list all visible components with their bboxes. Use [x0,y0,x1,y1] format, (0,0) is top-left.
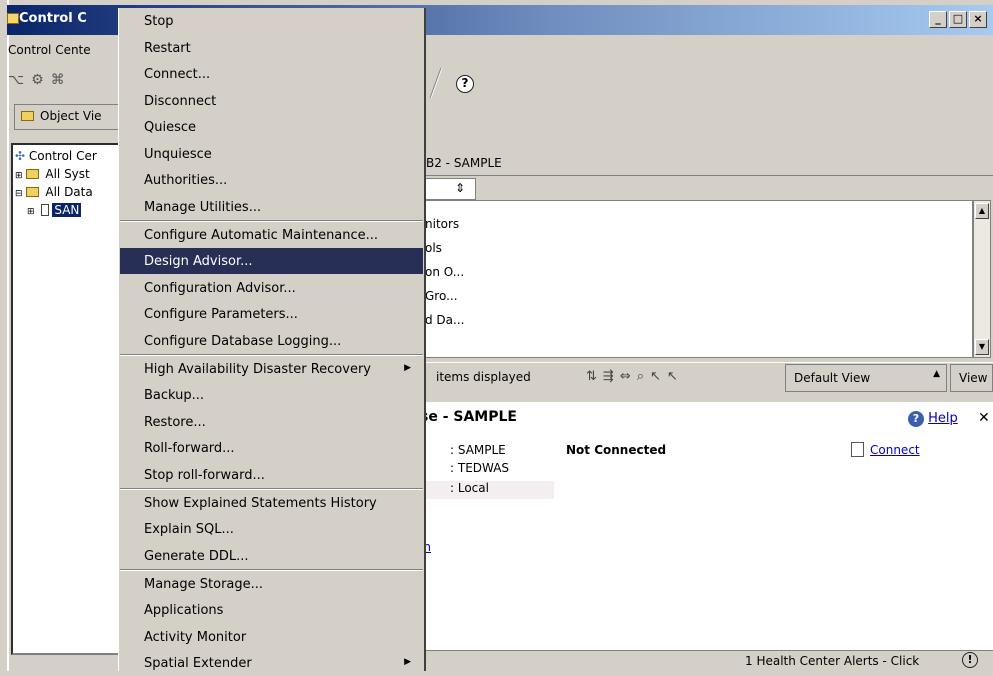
list-item[interactable]: Gro... [425,289,458,303]
menu-item-backup[interactable]: Backup... [120,382,423,408]
tree-item-all-systems[interactable]: ⊞ All Syst [15,167,90,181]
tree-root-label: Control Cer [28,149,97,163]
help-circle-icon[interactable]: ? [908,411,924,427]
menu-item-configure-logging[interactable]: Configure Database Logging... [120,328,423,354]
contents-header: B2 - SAMPLE [420,150,993,176]
app-icon [7,13,19,24]
contents-scrollbar[interactable]: ▲ ▼ [973,200,991,358]
control-center-icon: ✣ [15,149,26,163]
object-view-label: Object Vie [40,109,102,123]
details-title: se - SAMPLE [420,409,517,425]
details-pane [420,402,993,650]
prop-value-location: : Local [426,481,554,499]
expand-icon[interactable]: ⊞ [27,207,35,217]
system-icon[interactable]: ⌥ [8,72,31,88]
prop-value-name: : SAMPLE [450,443,506,457]
menu-item-restart[interactable]: Restart [120,35,423,61]
menu-item-restore[interactable]: Restore... [120,409,423,435]
tree-item-label: SAN [52,203,82,217]
menu-item-unquiesce[interactable]: Unquiesce [120,141,423,167]
menu-item-applications[interactable]: Applications [120,597,423,623]
tree-root[interactable]: ✣ Control Cer [15,149,97,163]
tree-item-label: All Data [45,185,93,199]
folder-icon [21,111,34,121]
window-title: Control C [19,11,87,26]
database-icon[interactable]: ⌘ [51,72,72,88]
database-icon [41,204,50,216]
health-alerts-label[interactable]: 1 Health Center Alerts - Click [745,654,919,668]
help-icon[interactable]: ? [456,75,474,93]
menu-item-authorities[interactable]: Authorities... [120,167,423,193]
list-item[interactable]: d Da... [425,313,464,327]
menu-item-hadr[interactable]: High Availability Disaster Recovery ▶ [120,356,423,382]
scroll-down-icon[interactable]: ▼ [975,339,989,355]
tree-item-all-databases[interactable]: ⊟ All Data [15,185,93,199]
alert-icon[interactable]: ! [962,652,978,668]
view-button[interactable]: View [950,364,993,392]
menu-control-center[interactable]: Control Cente [8,43,91,57]
filter-icon[interactable]: ⇶ [603,369,620,384]
connect-link[interactable]: Connect [870,443,920,457]
menu-item-label: High Availability Disaster Recovery [144,362,371,377]
customize-columns-icon[interactable]: ⇔ [620,369,637,384]
menu-item-stop-roll-forward[interactable]: Stop roll-forward... [120,462,423,488]
menu-item-connect[interactable]: Connect... [120,61,423,87]
object-tree[interactable]: ✣ Control Cer ⊞ All Syst ⊟ All Data ⊞ SA… [11,143,126,655]
context-menu[interactable]: Stop Restart Connect... Disconnect Quies… [118,8,426,671]
folder-open-icon [26,187,40,197]
menu-item-configuration-advisor[interactable]: Configuration Advisor... [120,275,423,301]
connect-action[interactable]: Connect [851,442,920,457]
prop-value-instance: : TEDWAS [450,461,510,475]
find-icon[interactable]: ⌕ [637,369,650,384]
tree-item-label: All Syst [45,167,90,181]
deselect-all-icon[interactable]: ↖ [667,369,684,384]
menu-item-spatial-extender[interactable]: Spatial Extender ▶ [120,650,423,676]
contents-filter-combo[interactable]: ⇕ [420,178,476,200]
scroll-up-icon[interactable]: ▲ [975,203,989,219]
instance-icon[interactable]: ⚙ [31,72,51,88]
contents-list[interactable]: nitors ols on O... Gro... d Da... [420,200,973,358]
menu-item-show-explained[interactable]: Show Explained Statements History [120,490,423,516]
collapse-icon[interactable]: ⊟ [15,189,23,199]
list-item[interactable]: on O... [425,265,464,279]
menu-item-configure-auto-maintenance[interactable]: Configure Automatic Maintenance... [120,222,423,248]
menu-item-disconnect[interactable]: Disconnect [120,88,423,114]
list-item[interactable]: nitors [425,217,459,231]
select-all-icon[interactable]: ↖ [650,369,667,384]
connection-status: Not Connected [566,443,667,457]
maximize-button[interactable]: □ [949,11,967,28]
menu-item-activity-monitor[interactable]: Activity Monitor [120,624,423,650]
connect-icon[interactable] [851,442,864,457]
list-item[interactable]: ols [425,241,442,255]
close-details-icon[interactable]: ✕ [978,410,990,426]
object-view-button[interactable]: Object Vie [14,104,124,130]
items-displayed-label: items displayed [436,370,531,384]
submenu-arrow-icon: ▶ [404,657,411,667]
close-button[interactable]: × [969,11,987,28]
combo-arrow-icon: ▲ [933,369,940,379]
menu-item-quiesce[interactable]: Quiesce [120,114,423,140]
submenu-arrow-icon: ▶ [404,363,411,373]
menu-item-manage-utilities[interactable]: Manage Utilities... [120,194,423,220]
tree-item-sample[interactable]: ⊞ SAN [27,203,82,217]
minimize-button[interactable]: _ [929,11,947,28]
menu-item-explain-sql[interactable]: Explain SQL... [120,516,423,542]
menu-item-stop[interactable]: Stop [120,8,423,34]
menu-item-configure-parameters[interactable]: Configure Parameters... [120,301,423,327]
menu-item-generate-ddl[interactable]: Generate DDL... [120,543,423,569]
folder-icon [26,169,40,179]
expand-icon[interactable]: ⊞ [15,171,23,181]
menu-item-design-advisor[interactable]: Design Advisor... [120,248,423,274]
view-tool-icons[interactable]: ⇅⇶⇔⌕↖↖ [586,369,684,384]
view-selector-value: Default View [794,371,871,385]
sort-icon[interactable]: ⇅ [586,369,603,384]
help-link[interactable]: Help [928,411,958,426]
toolbar-icons[interactable]: ⌥⚙⌘ [8,72,72,88]
menu-item-roll-forward[interactable]: Roll-forward... [120,435,423,461]
menu-item-manage-storage[interactable]: Manage Storage... [120,571,423,597]
view-selector[interactable]: Default View ▲ [785,364,947,392]
menu-item-label: Spatial Extender [144,656,252,671]
help-control[interactable]: ? Help [908,411,958,427]
